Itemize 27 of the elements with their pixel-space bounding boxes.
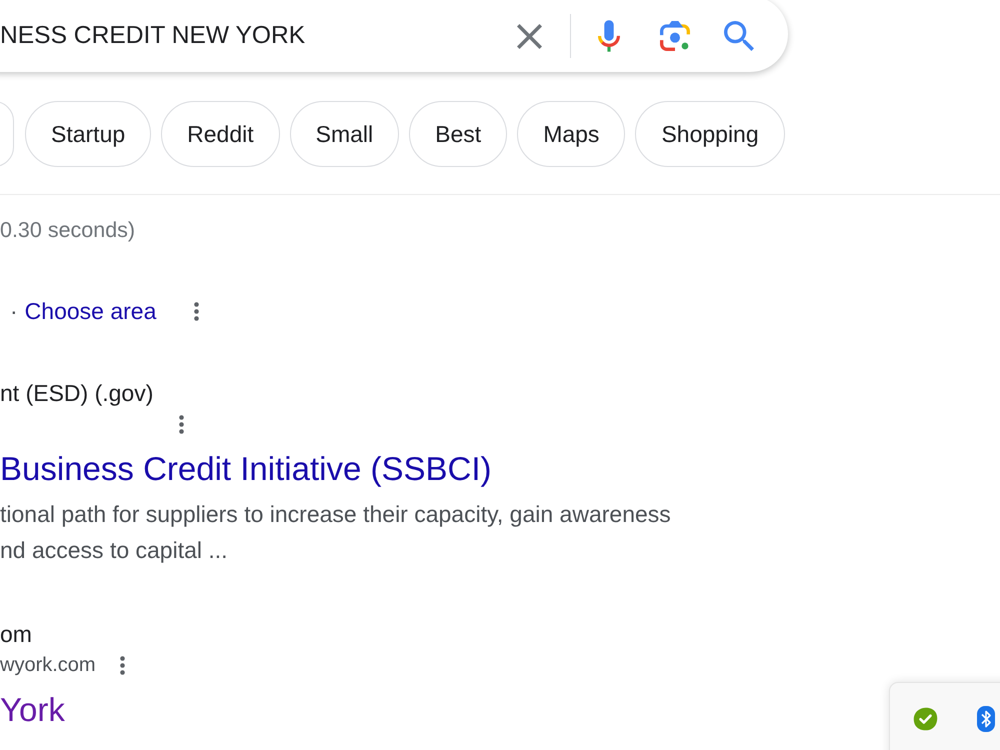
result-url: wyork.com bbox=[0, 654, 96, 676]
filter-chip[interactable]: Small bbox=[290, 101, 400, 167]
search-query[interactable]: NESS CREDIT NEW YORK bbox=[0, 22, 517, 50]
filter-chip[interactable]: Startup bbox=[25, 101, 152, 167]
camera-icon[interactable] bbox=[660, 21, 690, 51]
more-options-icon[interactable] bbox=[179, 414, 184, 434]
result-source: om bbox=[0, 620, 32, 648]
bluetooth-icon[interactable] bbox=[977, 706, 995, 732]
snippet-line: nd access to capital ... bbox=[0, 536, 228, 565]
search-icon[interactable] bbox=[724, 21, 754, 51]
more-options-icon[interactable] bbox=[120, 656, 125, 674]
close-icon[interactable] bbox=[517, 24, 542, 48]
microphone-icon[interactable] bbox=[598, 20, 620, 52]
filter-chip[interactable]: Reddit bbox=[161, 101, 280, 167]
search-field[interactable]: NESS CREDIT NEW YORK bbox=[0, 0, 788, 72]
result-source: nt (ESD) (.gov) bbox=[0, 379, 154, 407]
filter-chip[interactable]: Maps bbox=[517, 101, 626, 167]
result-title-link[interactable]: Business Credit Initiative (SSBCI) bbox=[0, 449, 492, 489]
choose-area-link[interactable]: Choose area bbox=[24, 298, 156, 324]
result-title-link[interactable]: York bbox=[0, 690, 65, 730]
more-options-icon[interactable] bbox=[194, 302, 200, 320]
filter-chip[interactable]: Shopping bbox=[635, 101, 785, 167]
result-stats: 0.30 seconds) bbox=[0, 217, 136, 244]
snippet-line: tional path for suppliers to increase their capacity, gain awareness bbox=[0, 500, 671, 529]
filter-chip[interactable]: Best bbox=[409, 101, 508, 167]
check-badge-icon[interactable] bbox=[913, 707, 938, 731]
location-separator: · bbox=[10, 298, 18, 324]
